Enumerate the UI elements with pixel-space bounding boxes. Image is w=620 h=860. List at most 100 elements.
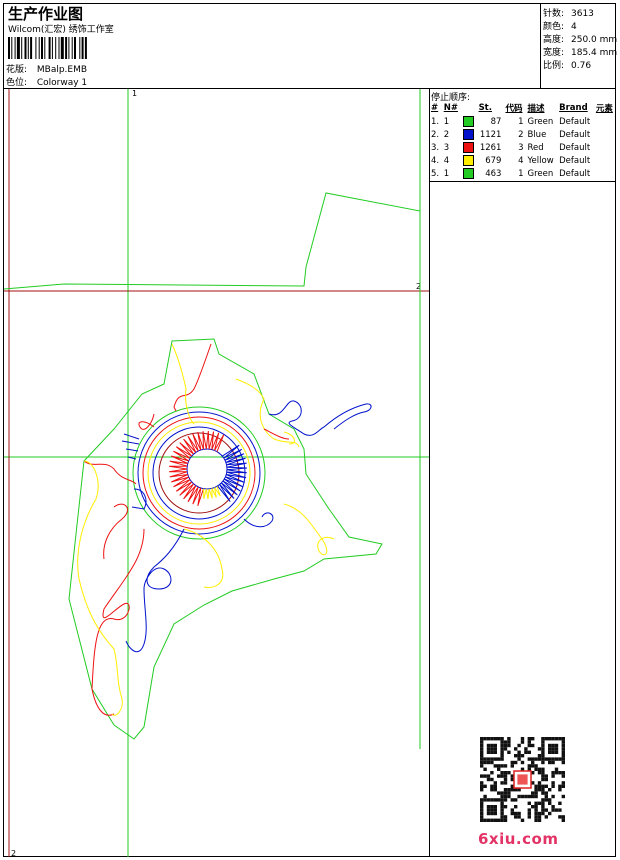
row-code: 4 bbox=[518, 155, 524, 166]
row-brand: Default bbox=[559, 116, 591, 127]
col-header: St. bbox=[478, 103, 492, 113]
barcode bbox=[8, 37, 87, 59]
row-number: 4. bbox=[431, 155, 440, 166]
stat-value: 3613 bbox=[571, 9, 594, 19]
col-header bbox=[461, 101, 477, 115]
run-red-top bbox=[173, 343, 212, 412]
design-outline-green bbox=[68, 338, 383, 740]
color-swatch bbox=[462, 116, 474, 127]
row-stitches: 679 bbox=[485, 155, 502, 166]
stat-label: 比例: bbox=[543, 61, 565, 71]
table-header-row: # N# St. 代码 描述 Brand 元素 bbox=[429, 101, 616, 115]
table-row: 4. 4 679 4 Yellow Default bbox=[429, 154, 616, 167]
row-number: 1. bbox=[431, 116, 440, 127]
design-label: 花版: bbox=[6, 65, 28, 75]
color-swatch bbox=[462, 168, 474, 179]
row-code: 2 bbox=[518, 129, 524, 140]
run-blue-top bbox=[268, 400, 372, 436]
page-title: 生产作业图 bbox=[8, 5, 84, 23]
row-swatch bbox=[461, 141, 477, 154]
row-needle: 3 bbox=[443, 142, 450, 153]
design-value: MBalp.EMB bbox=[36, 65, 88, 75]
run-yellow-top bbox=[171, 343, 195, 425]
run-red-small bbox=[103, 503, 128, 560]
row-description: Red bbox=[527, 142, 544, 153]
row-element bbox=[594, 167, 616, 180]
row-brand: Default bbox=[559, 155, 591, 166]
stat-scale: 比例: 0.76 bbox=[543, 58, 591, 71]
row-stitches: 1261 bbox=[479, 142, 502, 153]
row-description: Yellow bbox=[527, 155, 554, 166]
col-header: 描述 bbox=[527, 104, 545, 114]
row-swatch bbox=[461, 115, 477, 128]
col-header: 代码 bbox=[505, 104, 523, 114]
row-needle: 2 bbox=[443, 129, 450, 140]
stat-label: 高度: bbox=[543, 35, 565, 45]
row-needle: 1 bbox=[443, 116, 450, 127]
satin-stitch-blue bbox=[217, 444, 248, 502]
row-number: 2. bbox=[431, 129, 440, 140]
colorway-label: 色位: bbox=[6, 78, 28, 88]
row-code: 1 bbox=[518, 116, 524, 127]
guide-label-1: 1 bbox=[132, 89, 137, 98]
row-brand: Default bbox=[559, 168, 591, 179]
colorway-row: 色位: Colorway 1 bbox=[6, 75, 87, 88]
run-yellow-right bbox=[235, 378, 300, 448]
row-number: 5. bbox=[431, 168, 440, 179]
row-swatch bbox=[461, 167, 477, 180]
color-swatch bbox=[462, 155, 474, 166]
col-header: # bbox=[431, 103, 439, 113]
row-brand: Default bbox=[559, 129, 591, 140]
company-name: Wilcom(汇宏) 绣饰工作室 bbox=[8, 25, 114, 35]
stop-rows: 1. 1 87 1 Green Default 2. 2 1121 2 Blue Default 3. 3… bbox=[429, 115, 616, 180]
row-description: Blue bbox=[527, 129, 547, 140]
stop-sequence-table: # N# St. 代码 描述 Brand 元素 1. 1 87 1 Green Defau… bbox=[429, 101, 616, 180]
row-swatch bbox=[461, 154, 477, 167]
run-yellow-tail bbox=[283, 503, 335, 556]
row-stitches: 87 bbox=[490, 116, 502, 127]
color-swatch bbox=[462, 129, 474, 140]
stats-divider bbox=[540, 3, 541, 88]
design-row: 花版: MBalp.EMB bbox=[6, 62, 87, 75]
stat-label: 针数: bbox=[543, 9, 565, 19]
stat-height: 高度: 250.0 mm bbox=[543, 32, 617, 45]
run-blue-ticks bbox=[121, 433, 140, 460]
stat-stitch-count: 针数: 3613 bbox=[543, 6, 594, 19]
watermark-text: 6xiu.com bbox=[478, 830, 559, 848]
right-column-divider bbox=[429, 88, 430, 857]
design-canvas: 1 2 2 bbox=[4, 89, 429, 857]
row-brand: Default bbox=[559, 142, 591, 153]
ring-red bbox=[142, 416, 256, 530]
inner-ring-blue bbox=[186, 448, 228, 490]
row-element bbox=[594, 128, 616, 141]
hoop-outline bbox=[4, 192, 421, 290]
stat-value: 185.4 mm bbox=[571, 48, 618, 58]
table-row: 5. 1 463 1 Green Default bbox=[429, 167, 616, 180]
run-yellow-left bbox=[77, 460, 123, 716]
table-row: 3. 3 1261 3 Red Default bbox=[429, 141, 616, 154]
table-row: 1. 1 87 1 Green Default bbox=[429, 115, 616, 128]
col-header: Brand bbox=[559, 103, 588, 113]
run-yellow-bottom bbox=[183, 528, 224, 588]
row-stitches: 1121 bbox=[479, 129, 502, 140]
color-swatch bbox=[462, 142, 474, 153]
row-element bbox=[594, 154, 616, 167]
row-stitches: 463 bbox=[485, 168, 502, 179]
stat-value: 0.76 bbox=[571, 61, 592, 71]
row-code: 3 bbox=[518, 142, 524, 153]
stat-color-count: 颜色: 4 bbox=[543, 19, 577, 32]
stat-label: 颜色: bbox=[543, 22, 565, 32]
run-blue-lower bbox=[125, 528, 185, 653]
guide-label-bottom: 2 bbox=[11, 849, 16, 857]
run-blue-right bbox=[243, 512, 274, 528]
col-header: 元素 bbox=[595, 104, 613, 114]
row-swatch bbox=[461, 128, 477, 141]
stat-value: 4 bbox=[571, 22, 577, 32]
table-row: 2. 2 1121 2 Blue Default bbox=[429, 128, 616, 141]
qr-code-watermark: 6xiu.com bbox=[470, 735, 580, 855]
row-description: Green bbox=[527, 168, 554, 179]
col-header: N# bbox=[443, 103, 458, 113]
row-element bbox=[594, 115, 616, 128]
colorway-value: Colorway 1 bbox=[36, 78, 88, 88]
stat-label: 宽度: bbox=[543, 48, 565, 58]
